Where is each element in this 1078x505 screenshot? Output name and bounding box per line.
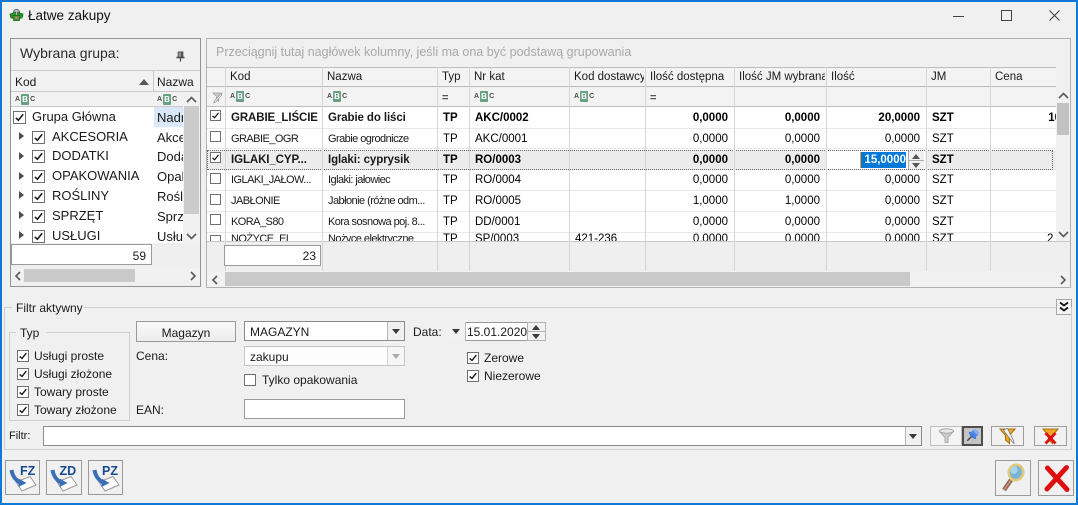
svg-text:ZD: ZD (60, 464, 77, 478)
svg-text:PZ: PZ (102, 464, 118, 478)
svg-text:FZ: FZ (20, 464, 36, 478)
